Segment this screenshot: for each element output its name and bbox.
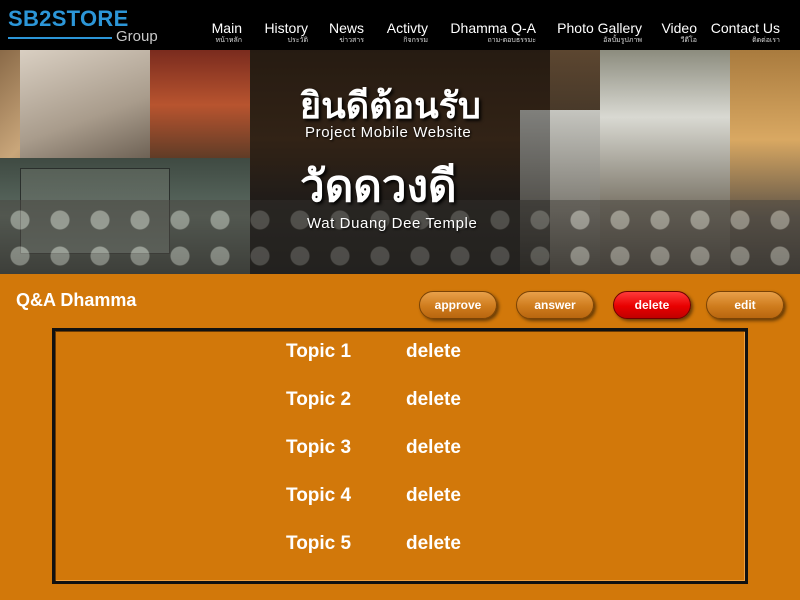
page-title: Q&A Dhamma: [16, 290, 137, 310]
topic-title[interactable]: Topic 2: [286, 387, 351, 413]
answer-button[interactable]: answer: [516, 291, 594, 319]
topic-title[interactable]: Topic 4: [286, 483, 351, 509]
topic-title[interactable]: Topic 3: [286, 435, 351, 461]
banner-temple-subtitle: Wat Duang Dee Temple: [307, 215, 478, 232]
topic-list: Topic 1 delete Topic 2 delete Topic 3 de…: [52, 328, 748, 584]
topic-delete-link[interactable]: delete: [406, 435, 461, 461]
top-nav-bar: SB2STORE Group Main หน้าหลัก History ประ…: [0, 0, 800, 50]
banner-temple-name: วัดดวงดี: [300, 162, 457, 211]
list-item: Topic 5 delete: [55, 531, 745, 561]
nav-photo-gallery[interactable]: Photo Gallery อัลบั้มรูปภาพ: [557, 20, 642, 45]
nav-contact-us-label: Contact Us: [710, 20, 780, 36]
brand-logo[interactable]: SB2STORE Group: [8, 6, 164, 46]
list-item: Topic 1 delete: [55, 339, 745, 369]
nav-photo-gallery-label: Photo Gallery: [557, 20, 642, 36]
nav-contact-us[interactable]: Contact Us ติดต่อเรา: [711, 20, 780, 45]
nav-activty[interactable]: Activty กิจกรรม: [387, 20, 428, 45]
nav-history[interactable]: History ประวัติ: [264, 20, 308, 45]
brand-name: SB2STORE: [8, 6, 129, 31]
approve-button[interactable]: approve: [419, 291, 497, 319]
hero-banner: ยินดีต้อนรับ Project Mobile Website วัดด…: [0, 50, 800, 274]
nav-news-sub: ข่าวสาร: [339, 37, 364, 44]
topic-delete-link[interactable]: delete: [406, 387, 461, 413]
nav-history-sub: ประวัติ: [287, 37, 308, 44]
nav-dhamma-qa-sub: ถาม-ตอบธรรมะ: [487, 37, 536, 44]
edit-button[interactable]: edit: [706, 291, 784, 319]
list-item: Topic 2 delete: [55, 387, 745, 417]
nav-main-sub: หน้าหลัก: [215, 37, 242, 44]
delete-button[interactable]: delete: [613, 291, 691, 319]
nav-dhamma-qa-label: Dhamma Q-A: [450, 20, 536, 36]
banner-photo-red-building: [150, 50, 250, 160]
topic-delete-link[interactable]: delete: [406, 531, 461, 557]
nav-main[interactable]: Main หน้าหลัก: [212, 20, 242, 45]
nav-main-label: Main: [211, 20, 242, 36]
nav-photo-gallery-sub: อัลบั้มรูปภาพ: [603, 37, 642, 44]
nav-news-label: News: [328, 20, 364, 36]
topic-title[interactable]: Topic 5: [286, 531, 351, 557]
nav-activty-label: Activty: [386, 20, 428, 36]
topic-title[interactable]: Topic 1: [286, 339, 351, 365]
nav-contact-us-sub: ติดต่อเรา: [752, 37, 780, 44]
brand-sub: Group: [116, 28, 158, 45]
nav-dhamma-qa[interactable]: Dhamma Q-A ถาม-ตอบธรรมะ: [450, 20, 536, 45]
banner-project-subtitle: Project Mobile Website: [305, 124, 472, 141]
nav-video[interactable]: Video วีดีโอ: [661, 20, 697, 45]
nav-video-label: Video: [661, 20, 697, 36]
nav-news[interactable]: News ข่าวสาร: [329, 20, 364, 45]
banner-photo-signboard: [20, 50, 150, 158]
topic-delete-link[interactable]: delete: [406, 339, 461, 365]
list-item: Topic 3 delete: [55, 435, 745, 465]
nav-video-sub: วีดีโอ: [680, 37, 697, 44]
brand-underline: [8, 37, 112, 39]
banner-welcome-title: ยินดีต้อนรับ: [300, 85, 481, 126]
nav-history-label: History: [264, 20, 308, 36]
topic-delete-link[interactable]: delete: [406, 483, 461, 509]
list-item: Topic 4 delete: [55, 483, 745, 513]
nav-activty-sub: กิจกรรม: [403, 37, 428, 44]
